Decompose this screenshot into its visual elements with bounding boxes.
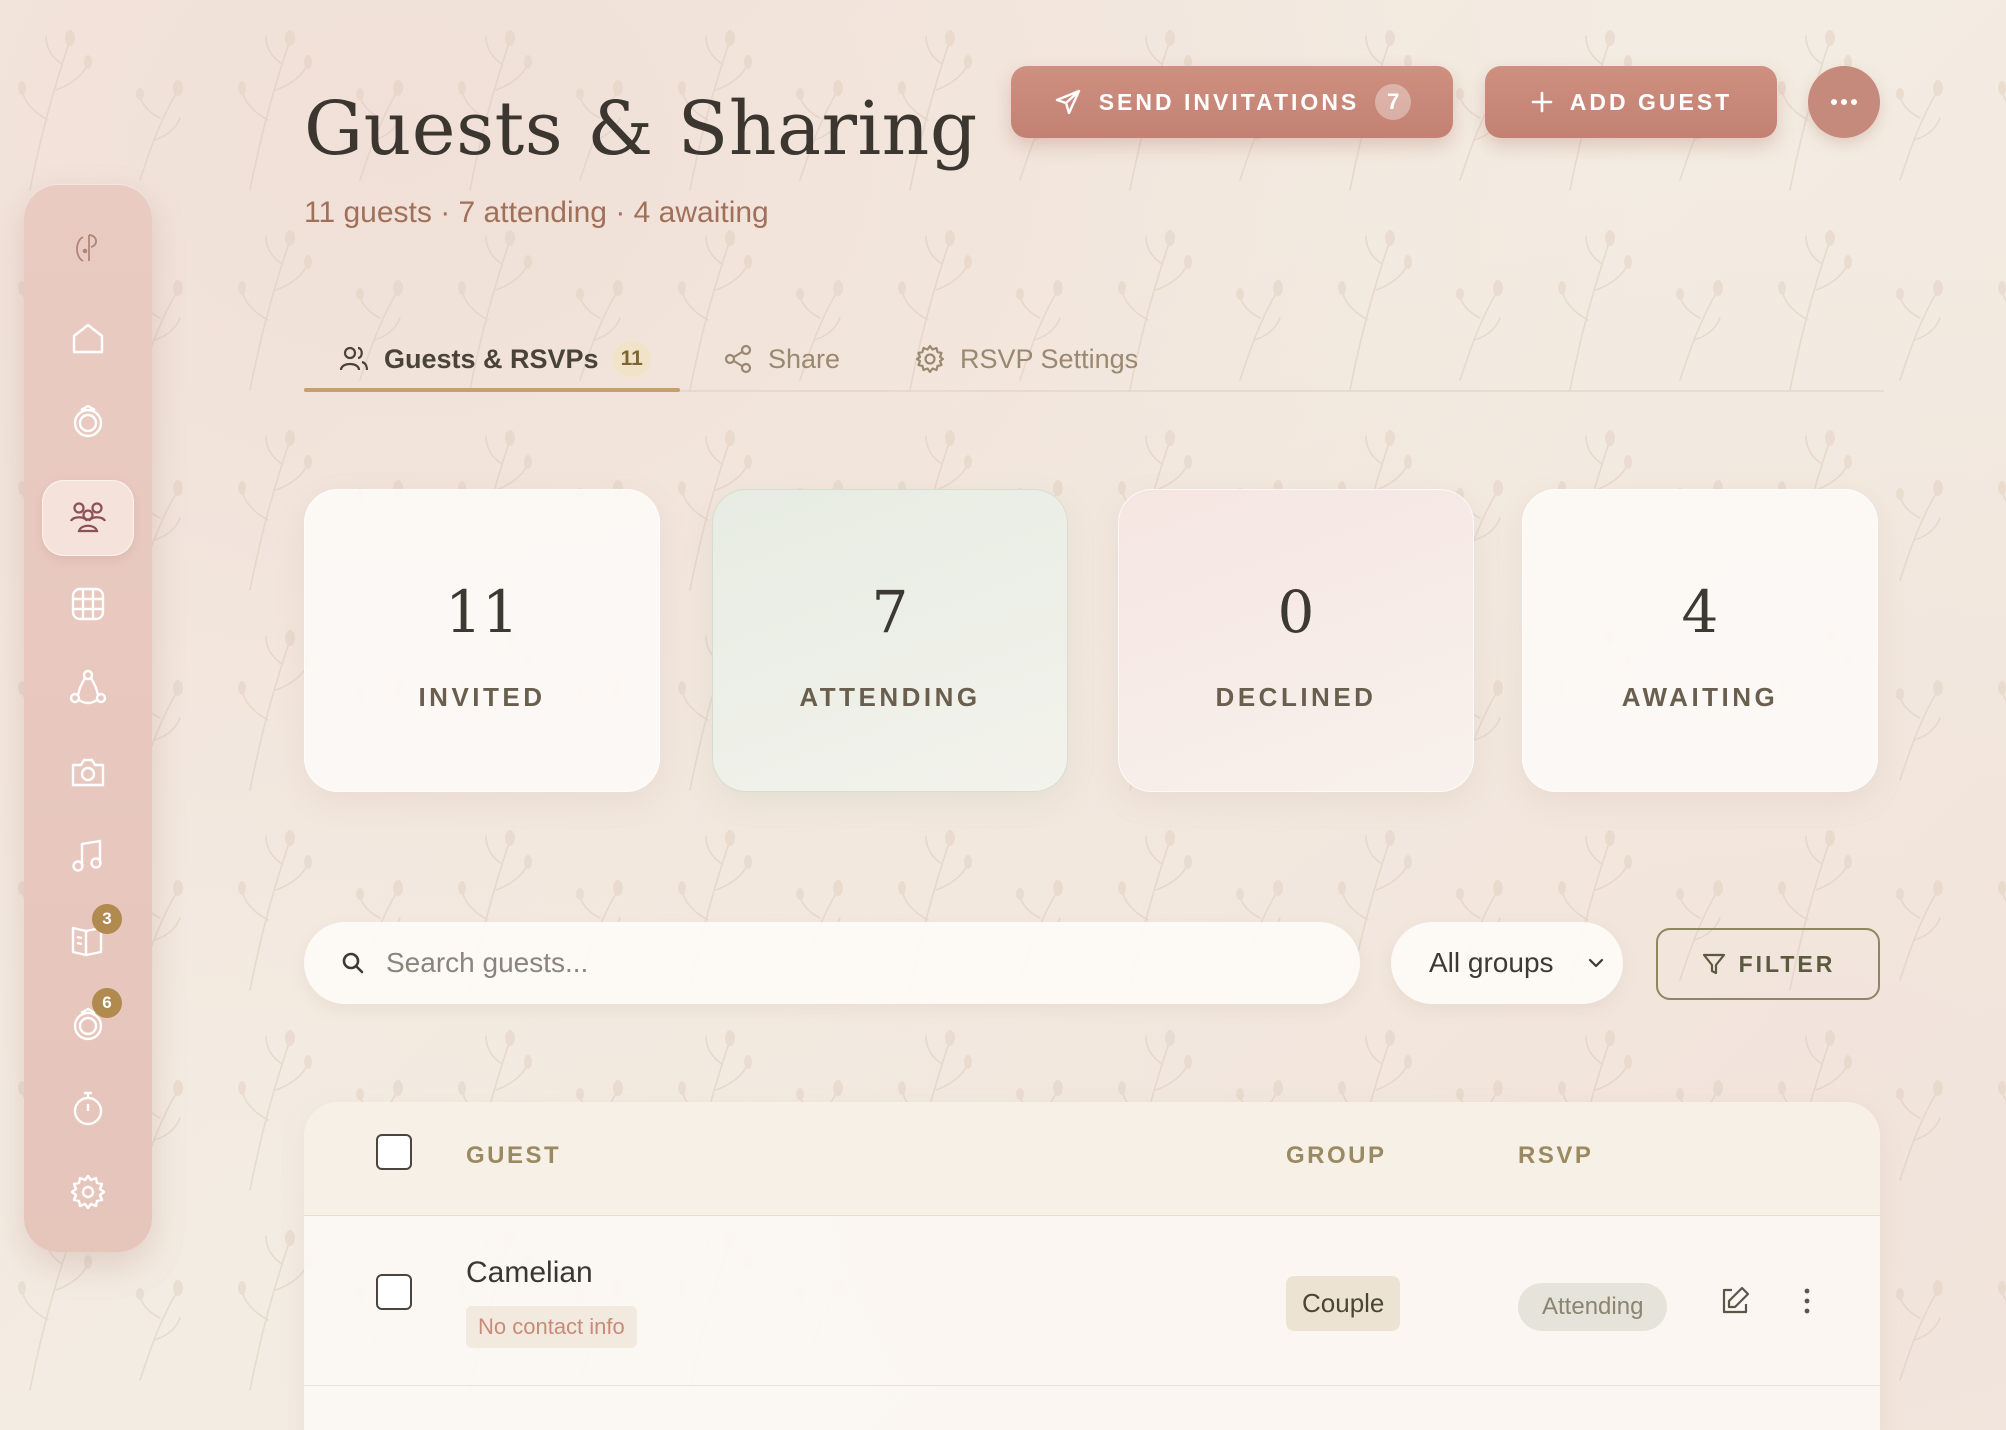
send-count-badge: 7 xyxy=(1375,84,1412,120)
gear-icon xyxy=(915,344,945,374)
group-chip: Couple xyxy=(1286,1276,1401,1331)
more-options-button[interactable] xyxy=(1808,66,1880,138)
tab-share-label: Share xyxy=(768,343,841,374)
add-guest-label: ADD GUEST xyxy=(1569,88,1733,115)
tab-guests-count-badge: 11 xyxy=(612,341,651,377)
tab-rsvp-settings-label: RSVP Settings xyxy=(960,343,1139,374)
edit-icon[interactable] xyxy=(1718,1284,1752,1318)
stat-awaiting-value: 4 xyxy=(1681,578,1719,646)
network-icon xyxy=(69,669,107,705)
group-select-value: All groups xyxy=(1429,947,1554,978)
column-guest[interactable]: GUEST xyxy=(466,1142,561,1170)
plus-icon xyxy=(1531,91,1553,113)
column-rsvp[interactable]: RSVP xyxy=(1518,1142,1593,1170)
sidebar-item-home[interactable] xyxy=(42,300,134,376)
sidebar-item-guests[interactable] xyxy=(42,480,134,556)
select-all-checkbox[interactable] xyxy=(376,1134,412,1170)
seating-grid-icon xyxy=(71,587,105,621)
row-checkbox[interactable] xyxy=(376,1274,412,1310)
tab-guests-rsvps-label: Guests & RSVPs xyxy=(384,343,599,374)
guest-name[interactable]: Camelian xyxy=(466,1256,593,1290)
stat-awaiting-label: AWAITING xyxy=(1621,682,1779,712)
rings-icon xyxy=(73,404,103,438)
gifts-badge: 6 xyxy=(92,988,122,1018)
contact-info-chip: No contact info xyxy=(466,1306,637,1348)
add-guest-button[interactable]: ADD GUEST xyxy=(1485,66,1777,138)
camera-icon xyxy=(71,758,105,787)
rsvp-status-badge[interactable]: Attending xyxy=(1518,1283,1668,1331)
tab-guests-rsvps[interactable]: Guests & RSVPs 11 xyxy=(338,326,651,392)
more-vertical-icon[interactable] xyxy=(1790,1284,1824,1318)
timer-icon xyxy=(73,1091,103,1126)
users-icon xyxy=(339,346,369,371)
music-icon xyxy=(72,839,102,872)
tab-rsvp-settings[interactable]: RSVP Settings xyxy=(914,326,1138,392)
guest-summary: 11 guests · 7 attending · 4 awaiting xyxy=(304,196,769,229)
sidebar-item-rings[interactable] xyxy=(42,384,134,460)
sidebar-item-network[interactable] xyxy=(42,650,134,726)
stat-card-attending[interactable]: 7 ATTENDING xyxy=(712,489,1068,792)
search-icon xyxy=(342,952,364,974)
stat-declined-value: 0 xyxy=(1277,578,1315,646)
sidebar-item-timeline[interactable] xyxy=(42,1070,134,1146)
monogram-logo-icon xyxy=(76,234,97,262)
filter-label: FILTER xyxy=(1738,950,1836,977)
chevron-down-icon xyxy=(1588,958,1604,968)
stat-card-awaiting[interactable]: 4 AWAITING xyxy=(1522,489,1878,792)
guests-icon xyxy=(69,502,107,533)
sidebar-item-seating[interactable] xyxy=(42,566,134,642)
send-invitations-button[interactable]: SEND INVITATIONS 7 xyxy=(1011,66,1453,138)
sidebar-item-guestbook[interactable]: 3 xyxy=(42,902,134,978)
filter-icon xyxy=(1702,953,1725,975)
guests-table: GUEST GROUP RSVP Camelian No contact inf… xyxy=(304,1102,1880,1430)
sidebar-item-settings[interactable] xyxy=(42,1154,134,1230)
sidebar-item-gifts[interactable]: 6 xyxy=(42,986,134,1062)
stat-attending-value: 7 xyxy=(871,578,909,646)
stat-invited-value: 11 xyxy=(445,578,519,646)
filter-button[interactable]: FILTER xyxy=(1656,928,1880,1000)
tab-share[interactable]: Share xyxy=(722,326,840,392)
group-select[interactable]: All groups xyxy=(1391,922,1623,1004)
table-header: GUEST GROUP RSVP xyxy=(304,1102,1880,1216)
share-icon xyxy=(724,344,752,374)
send-icon xyxy=(1055,89,1080,115)
stat-declined-label: DECLINED xyxy=(1215,682,1377,712)
table-row[interactable]: Camelian No contact info Couple Attendin… xyxy=(304,1216,1880,1386)
column-group[interactable]: GROUP xyxy=(1286,1142,1387,1170)
search-input[interactable] xyxy=(386,947,1286,979)
stat-card-declined[interactable]: 0 DECLINED xyxy=(1118,489,1474,792)
settings-icon xyxy=(70,1174,106,1210)
sidebar-item-music[interactable] xyxy=(42,818,134,894)
guestbook-badge: 3 xyxy=(92,904,122,934)
more-horizontal-icon xyxy=(1831,99,1857,105)
send-invitations-label: SEND INVITATIONS xyxy=(1098,88,1360,115)
stat-card-invited[interactable]: 11 INVITED xyxy=(304,489,660,792)
search-box xyxy=(304,922,1360,1004)
sidebar: 3 6 xyxy=(24,184,152,1252)
sidebar-logo[interactable] xyxy=(42,210,134,286)
stat-invited-label: INVITED xyxy=(418,682,546,712)
sidebar-item-photos[interactable] xyxy=(42,734,134,810)
stat-attending-label: ATTENDING xyxy=(799,682,981,712)
home-icon xyxy=(72,323,104,354)
guests-sharing-page: 3 6 Guests & Sharing 11 guests · 7 atten… xyxy=(0,0,2006,1430)
page-title: Guests & Sharing xyxy=(304,86,978,172)
